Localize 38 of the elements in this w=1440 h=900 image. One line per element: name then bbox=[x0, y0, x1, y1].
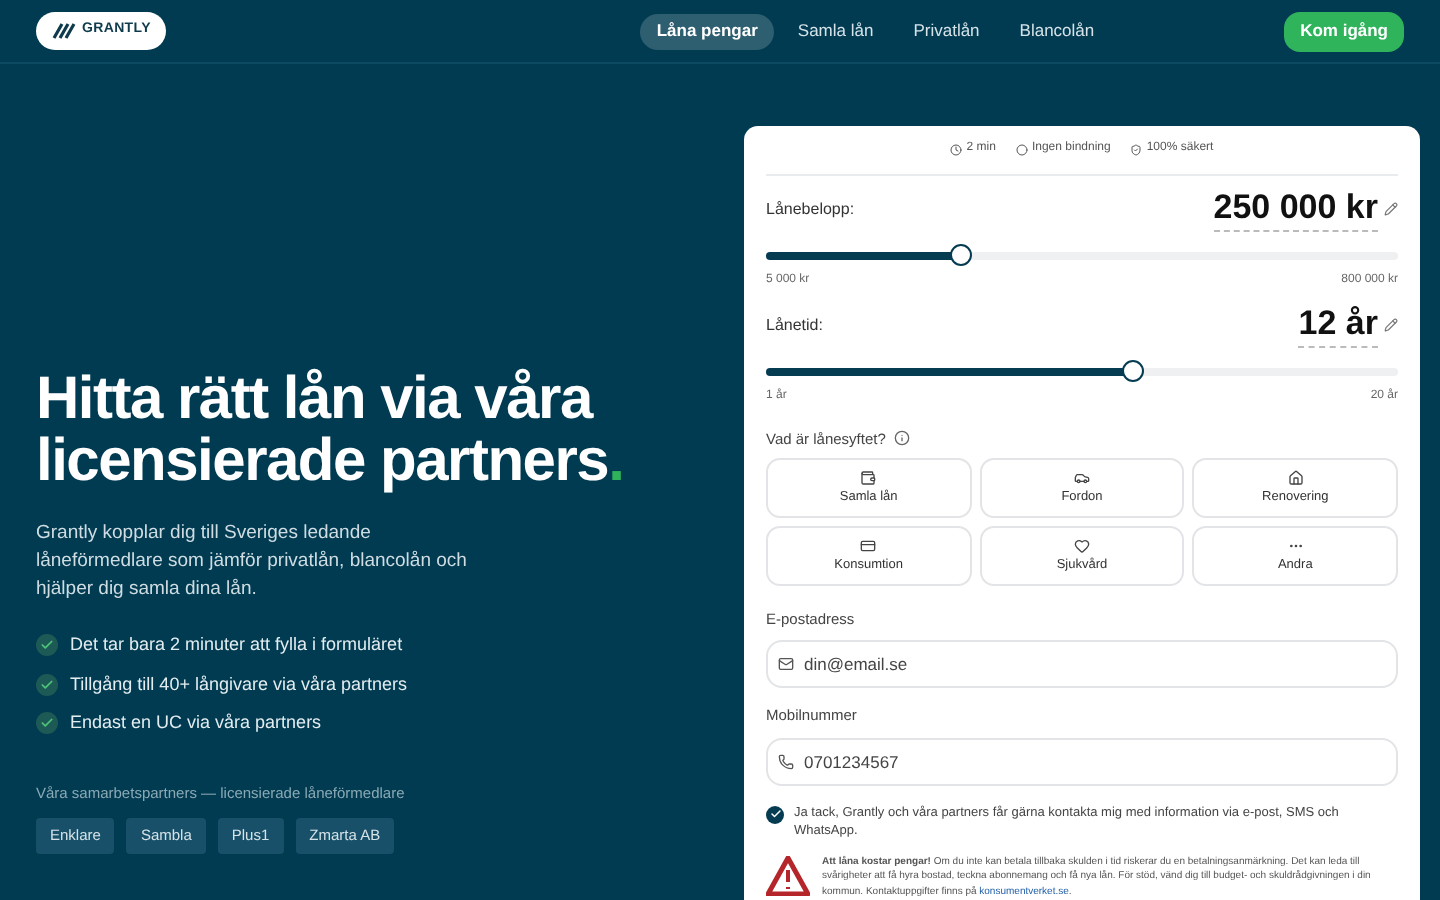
slider-label: Lånebelopp: bbox=[766, 197, 855, 222]
circle-icon bbox=[1015, 143, 1028, 156]
info-icon[interactable] bbox=[893, 430, 910, 447]
phone-icon bbox=[778, 753, 794, 769]
slider-label: Lånetid: bbox=[766, 313, 823, 338]
hero-intro: Grantly kopplar dig till Sveriges ledande låneförmedlare som jämför privatlån, blancolån och hjälper dig samla dina lån. bbox=[36, 520, 469, 604]
slider-thumb[interactable] bbox=[1121, 360, 1144, 383]
check-icon bbox=[36, 634, 58, 657]
consent-checkbox[interactable] bbox=[766, 805, 784, 823]
heart-icon bbox=[1073, 537, 1090, 554]
wallet-icon bbox=[860, 469, 877, 486]
pencil-icon[interactable] bbox=[1384, 318, 1398, 333]
slider-track[interactable] bbox=[766, 251, 1398, 260]
warning-icon bbox=[766, 855, 810, 895]
shield-icon bbox=[1130, 143, 1143, 156]
amount-value[interactable]: 250 000 kr bbox=[1213, 186, 1378, 233]
nav-link[interactable]: Samla lån bbox=[781, 13, 890, 49]
nav-link[interactable]: Låna pengar bbox=[640, 13, 774, 49]
pencil-icon[interactable] bbox=[1384, 202, 1398, 217]
mail-icon bbox=[778, 656, 794, 673]
slider-thumb[interactable] bbox=[950, 244, 973, 267]
nav-link[interactable]: Blancolån bbox=[1003, 13, 1111, 49]
benefit-text: Det tar bara 2 minuter att fylla i formuläret bbox=[70, 632, 403, 658]
check-icon bbox=[36, 712, 58, 735]
amount-value[interactable]: 12 år bbox=[1298, 302, 1378, 349]
logo-mark-icon bbox=[52, 22, 76, 40]
benefit-text: Endast en UC via våra partners bbox=[70, 710, 322, 736]
house-icon bbox=[1287, 469, 1304, 486]
nav-link[interactable]: Privatlån bbox=[897, 13, 996, 49]
check-icon bbox=[36, 673, 58, 696]
card-icon bbox=[860, 537, 877, 554]
benefit-text: Tillgång till 40+ långivare via våra partners bbox=[70, 671, 408, 698]
clock-icon bbox=[950, 143, 963, 156]
car-icon bbox=[1073, 469, 1090, 486]
email-field[interactable]: din@email.se bbox=[766, 640, 1398, 689]
hero-title: Hitta rätt lån via våra licensierade partners. bbox=[36, 368, 626, 492]
phone-field[interactable]: 0701234567 bbox=[766, 737, 1398, 785]
slider-track[interactable] bbox=[766, 367, 1398, 376]
